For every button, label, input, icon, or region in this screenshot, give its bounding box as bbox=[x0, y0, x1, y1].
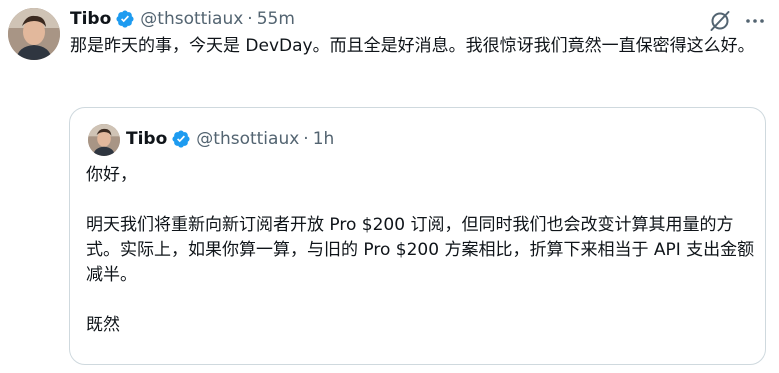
verified-badge-icon[interactable] bbox=[115, 9, 135, 29]
timestamp[interactable]: 55m bbox=[257, 9, 295, 29]
quoted-paragraph-greeting: 你好， bbox=[86, 165, 137, 185]
quoted-tweet-header: Tibo @thsottiaux · 1h bbox=[126, 126, 334, 152]
quoted-paragraph-truncated: 既然 bbox=[86, 315, 120, 335]
author-handle[interactable]: @thsottiaux bbox=[140, 9, 243, 29]
grok-icon[interactable] bbox=[708, 9, 732, 33]
avatar-photo bbox=[88, 124, 120, 156]
tweet-header: Tibo @thsottiaux · 55m bbox=[70, 6, 295, 32]
separator-dot: · bbox=[303, 129, 309, 149]
quoted-paragraph-body: 明天我们将重新向新订阅者开放 Pro $200 订阅，但同时我们也会改变计算其用… bbox=[86, 215, 755, 285]
avatar-photo bbox=[8, 8, 60, 60]
author-name[interactable]: Tibo bbox=[70, 9, 111, 29]
quoted-tweet-text: 你好， 明天我们将重新向新订阅者开放 Pro $200 订阅，但同时我们也会改变… bbox=[86, 163, 756, 338]
quoted-timestamp[interactable]: 1h bbox=[313, 129, 335, 149]
tweet-text: 那是昨天的事，今天是 DevDay。而且全是好消息。我很惊讶我们竟然一直保密得这… bbox=[70, 36, 755, 56]
avatar[interactable] bbox=[88, 124, 120, 156]
more-icon[interactable] bbox=[744, 12, 766, 30]
quoted-author-handle[interactable]: @thsottiaux bbox=[196, 129, 299, 149]
verified-badge-icon[interactable] bbox=[171, 129, 191, 149]
quoted-tweet-card[interactable]: Tibo @thsottiaux · 1h 你好， 明天我们将重新向新订阅者开放… bbox=[69, 107, 766, 365]
quoted-author-name[interactable]: Tibo bbox=[126, 129, 167, 149]
avatar[interactable] bbox=[8, 8, 60, 60]
separator-dot: · bbox=[247, 9, 253, 29]
